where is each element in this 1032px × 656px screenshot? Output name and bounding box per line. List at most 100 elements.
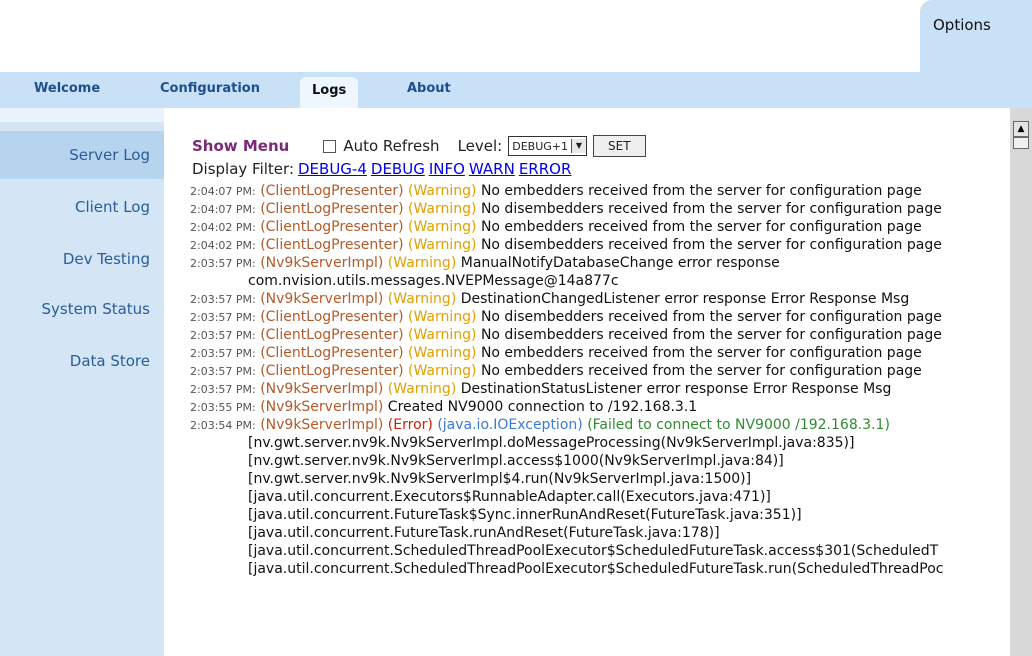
log-timestamp: 2:03:57 PM:: [190, 329, 256, 342]
log-source: (ClientLogPresenter): [260, 363, 404, 379]
log-row: [java.util.concurrent.FutureTask$Sync.in…: [190, 506, 1010, 524]
filter-link-debug-4[interactable]: DEBUG-4: [298, 160, 367, 178]
scroll-up-arrow-icon[interactable]: ▲: [1013, 121, 1029, 137]
log-message: ManualNotifyDatabaseChange error respons…: [460, 255, 780, 271]
log-level: (Warning): [408, 219, 477, 235]
log-source: (ClientLogPresenter): [260, 237, 404, 253]
log-row: [java.util.concurrent.FutureTask.runAndR…: [190, 524, 1010, 542]
log-timestamp: 2:03:57 PM:: [190, 311, 256, 324]
auto-refresh-checkbox[interactable]: [323, 139, 337, 153]
log-source: (ClientLogPresenter): [260, 201, 404, 217]
log-source: (ClientLogPresenter): [260, 345, 404, 361]
auto-refresh-label: Auto Refresh: [343, 137, 440, 155]
log-toolbar: Show Menu Auto Refresh Level: DEBUG+1 ▼ S…: [192, 135, 646, 157]
log-source: (ClientLogPresenter): [260, 183, 404, 199]
sidebar-item-label: Server Log: [69, 146, 150, 164]
sidebar-item-data-store[interactable]: Data Store: [70, 352, 150, 370]
log-row: 2:04:07 PM: (ClientLogPresenter) (Warnin…: [190, 200, 1010, 218]
sidebar-item-dev-testing[interactable]: Dev Testing: [63, 250, 150, 268]
filter-link-warn[interactable]: WARN: [469, 160, 515, 178]
stack-trace-line: [nv.gwt.server.nv9k.Nv9kServerImpl$4.run…: [248, 471, 752, 487]
log-level: (Warning): [387, 381, 457, 397]
level-label: Level:: [457, 137, 503, 155]
log-timestamp: 2:04:02 PM:: [190, 239, 256, 252]
log-source: (ClientLogPresenter): [260, 309, 404, 325]
scroll-thumb[interactable]: [1013, 137, 1029, 149]
tab-about[interactable]: About: [407, 81, 451, 96]
filter-link-debug[interactable]: DEBUG: [371, 160, 425, 178]
log-timestamp: 2:03:55 PM:: [190, 401, 256, 414]
log-message: No embedders received from the server fo…: [480, 363, 922, 379]
log-timestamp: 2:03:57 PM:: [190, 347, 256, 360]
log-message: DestinationStatusListener error response…: [460, 381, 892, 397]
stack-trace-line: [java.util.concurrent.Executors$Runnable…: [248, 489, 771, 505]
scrollbar[interactable]: ▲: [1010, 108, 1032, 656]
log-row: 2:03:55 PM: (Nv9kServerImpl) Created NV9…: [190, 398, 1010, 416]
log-source: (Nv9kServerImpl): [260, 417, 384, 433]
tab-welcome[interactable]: Welcome: [34, 81, 100, 96]
log-level: (Warning): [408, 309, 477, 325]
log-message: No disembedders received from the server…: [480, 201, 942, 217]
log-row: 2:03:57 PM: (Nv9kServerImpl) (Warning) M…: [190, 254, 1010, 272]
sidebar: Server Log Client Log Dev Testing System…: [0, 108, 164, 656]
filter-link-error[interactable]: ERROR: [519, 160, 572, 178]
log-message: DestinationChangedListener error respons…: [460, 291, 910, 307]
sidebar-strip: [0, 108, 164, 122]
log-row: 2:04:02 PM: (ClientLogPresenter) (Warnin…: [190, 218, 1010, 236]
log-entries: 2:04:07 PM: (ClientLogPresenter) (Warnin…: [190, 182, 1010, 578]
tab-logs-label: Logs: [312, 83, 347, 98]
stack-trace-line: [java.util.concurrent.ScheduledThreadPoo…: [248, 543, 939, 559]
log-message: No disembedders received from the server…: [480, 309, 942, 325]
log-message: Created NV9000 connection to /192.168.3.…: [387, 399, 698, 415]
log-continuation: com.nvision.utils.messages.NVEPMessage@1…: [248, 273, 619, 289]
log-row: 2:03:57 PM: (Nv9kServerImpl) (Warning) D…: [190, 380, 1010, 398]
log-timestamp: 2:04:07 PM:: [190, 203, 256, 216]
log-row: [java.util.concurrent.Executors$Runnable…: [190, 488, 1010, 506]
filter-link-info[interactable]: INFO: [429, 160, 465, 178]
log-level: (Warning): [408, 327, 477, 343]
options-label: Options: [933, 16, 991, 34]
log-source: (Nv9kServerImpl): [260, 255, 384, 271]
log-source: (Nv9kServerImpl): [260, 399, 384, 415]
log-level: (Warning): [408, 201, 477, 217]
log-message: No disembedders received from the server…: [480, 237, 942, 253]
log-source: (Nv9kServerImpl): [260, 291, 384, 307]
log-level: (Warning): [387, 291, 457, 307]
log-row: 2:04:07 PM: (ClientLogPresenter) (Warnin…: [190, 182, 1010, 200]
log-timestamp: 2:03:54 PM:: [190, 419, 256, 432]
stack-trace-line: [nv.gwt.server.nv9k.Nv9kServerImpl.doMes…: [248, 435, 855, 451]
tab-logs[interactable]: Logs: [300, 77, 359, 108]
sidebar-item-client-log[interactable]: Client Log: [75, 198, 150, 216]
log-message: No embedders received from the server fo…: [480, 183, 922, 199]
sidebar-item-server-log[interactable]: Server Log: [0, 131, 164, 179]
log-timestamp: 2:03:57 PM:: [190, 293, 256, 306]
log-row: [nv.gwt.server.nv9k.Nv9kServerImpl.acces…: [190, 452, 1010, 470]
log-row: [java.util.concurrent.ScheduledThreadPoo…: [190, 560, 1010, 578]
log-source: (Nv9kServerImpl): [260, 381, 384, 397]
chevron-down-icon: ▼: [571, 139, 586, 153]
level-select-value: DEBUG+1: [512, 139, 568, 153]
set-button[interactable]: SET: [593, 135, 646, 157]
show-menu-link[interactable]: Show Menu: [192, 137, 289, 155]
tab-bar: Welcome Configuration Logs About: [0, 72, 1032, 108]
log-row: com.nvision.utils.messages.NVEPMessage@1…: [190, 272, 1010, 290]
stack-trace-line: [java.util.concurrent.FutureTask.runAndR…: [248, 525, 720, 541]
log-row: 2:04:02 PM: (ClientLogPresenter) (Warnin…: [190, 236, 1010, 254]
log-timestamp: 2:03:57 PM:: [190, 383, 256, 396]
display-filter: Display Filter: DEBUG-4 DEBUG INFO WARN ERROR: [192, 160, 571, 178]
log-row: 2:03:54 PM: (Nv9kServerImpl) (Error) (ja…: [190, 416, 1010, 434]
log-panel: Show Menu Auto Refresh Level: DEBUG+1 ▼ S…: [164, 108, 1010, 656]
stack-trace-line: [nv.gwt.server.nv9k.Nv9kServerImpl.acces…: [248, 453, 784, 469]
log-exception: (java.io.IOException): [437, 417, 583, 433]
stack-trace-line: [java.util.concurrent.FutureTask$Sync.in…: [248, 507, 802, 523]
sidebar-item-system-status[interactable]: System Status: [41, 300, 150, 318]
log-timestamp: 2:04:07 PM:: [190, 185, 256, 198]
log-level: (Warning): [387, 255, 457, 271]
log-row: 2:03:57 PM: (ClientLogPresenter) (Warnin…: [190, 344, 1010, 362]
log-row: 2:03:57 PM: (ClientLogPresenter) (Warnin…: [190, 362, 1010, 380]
options-tab[interactable]: Options: [920, 0, 1032, 72]
log-message: No disembedders received from the server…: [480, 327, 942, 343]
log-level: (Warning): [408, 183, 477, 199]
tab-configuration[interactable]: Configuration: [160, 81, 260, 96]
level-select[interactable]: DEBUG+1 ▼: [508, 136, 587, 156]
